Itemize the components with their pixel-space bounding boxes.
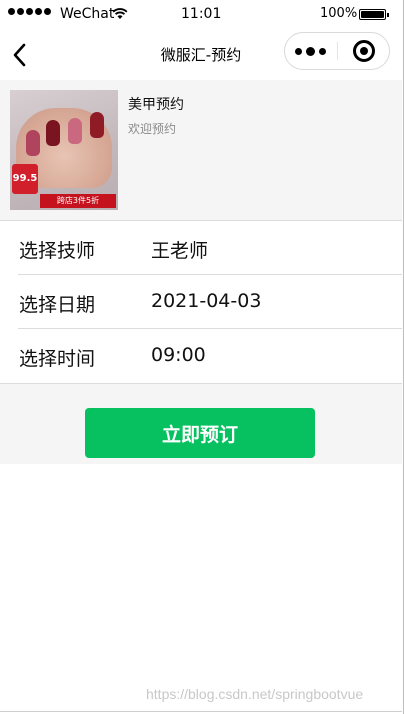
technician-row[interactable]: 选择技师 王老师: [0, 221, 402, 275]
divider: [0, 711, 402, 712]
time-value[interactable]: 09:00: [151, 344, 206, 366]
battery-icon: [359, 9, 389, 20]
booking-form: 选择技师 王老师 选择日期 2021-04-03 选择时间 09:00: [0, 221, 402, 384]
product-name: 美甲预约: [128, 97, 184, 113]
clock: 11:01: [181, 6, 222, 22]
capsule-divider: [337, 42, 338, 60]
signal-icon: [8, 8, 51, 15]
price-badge: 99.5: [12, 164, 38, 194]
status-bar: WeChat 11:01 100%: [0, 0, 402, 30]
date-value[interactable]: 2021-04-03: [151, 290, 261, 312]
nav-bar: 微服汇-预约: [0, 30, 402, 80]
app-screen: WeChat 11:01 100% 微服汇-预约 99.5 跨店3件5折 美甲预…: [0, 0, 404, 714]
battery-percent: 100%: [320, 6, 358, 21]
more-icon[interactable]: [295, 44, 327, 58]
date-label: 选择日期: [19, 294, 96, 316]
wifi-icon: [112, 8, 128, 19]
product-image: 99.5 跨店3件5折: [10, 90, 118, 210]
time-label: 选择时间: [19, 348, 96, 370]
time-row[interactable]: 选择时间 09:00: [0, 329, 402, 383]
date-row[interactable]: 选择日期 2021-04-03: [0, 275, 402, 329]
divider: [0, 383, 402, 384]
technician-value[interactable]: 王老师: [151, 236, 208, 263]
product-subtitle: 欢迎预约: [128, 122, 177, 136]
product-card: 99.5 跨店3件5折 美甲预约 欢迎预约: [0, 80, 402, 221]
close-target-icon[interactable]: [353, 40, 375, 62]
content-area: 99.5 跨店3件5折 美甲预约 欢迎预约 选择技师 王老师 选择日期 2021…: [0, 80, 402, 464]
promo-strip: 跨店3件5折: [40, 194, 116, 208]
technician-label: 选择技师: [19, 240, 96, 262]
carrier-label: WeChat: [60, 6, 115, 22]
menu-capsule: [284, 32, 390, 70]
book-now-button[interactable]: 立即预订: [85, 408, 315, 458]
watermark: https://blog.csdn.net/springbootvue: [146, 686, 364, 702]
